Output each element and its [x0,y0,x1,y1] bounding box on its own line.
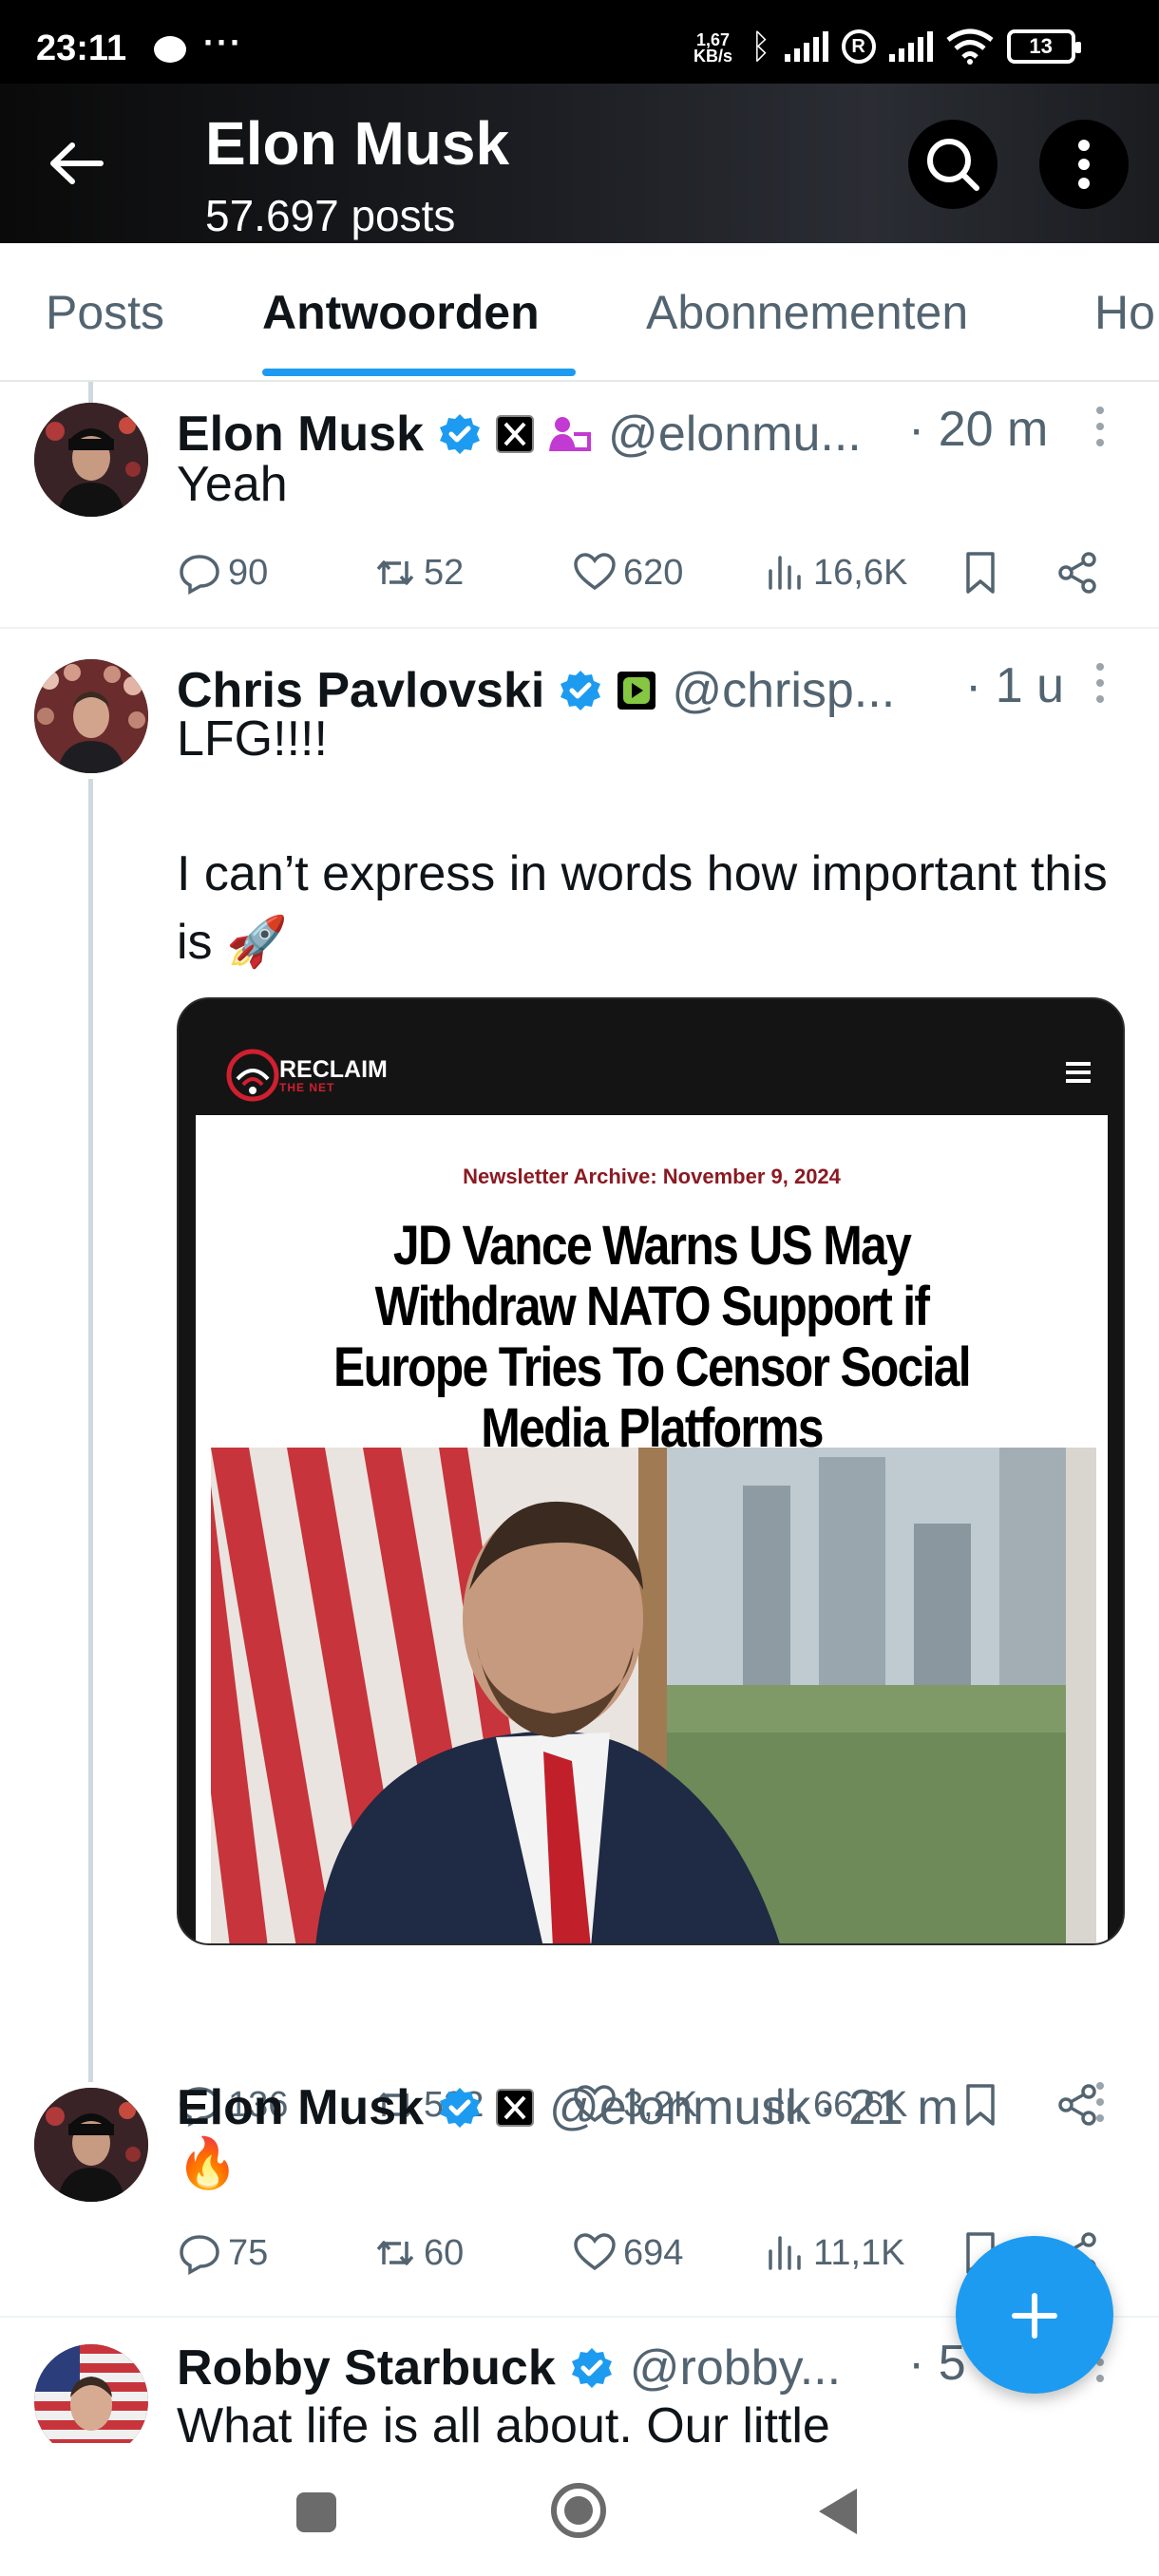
roaming-icon: R [841,29,876,64]
site-subtitle: THE NET [279,1081,335,1094]
author-handle[interactable]: @robby... [630,2339,841,2396]
status-bar: 23:11 ··· 1,67 KB/s ᛒ R 13 [0,0,1159,84]
profile-header: Elon Musk 57.697 posts [0,84,1159,243]
avatar-image [34,2344,148,2443]
post-text: What life is all about. Our little [177,2398,830,2443]
repost-button[interactable]: 60 [372,2225,464,2282]
views-icon [769,556,801,590]
article-headline: JD Vance Warns US May Withdraw NATO Supp… [333,1215,972,1459]
repost-button[interactable]: 52 [372,544,464,601]
reply-count: 90 [228,552,269,593]
post-actions: 90 52 620 16,6K [177,544,1108,601]
post-item[interactable]: Elon Musk @elonmu... · 20 m Yeah 90 52 6 [0,382,1159,627]
repost-count: 60 [424,2232,465,2273]
like-button[interactable]: 694 [572,2225,683,2282]
avatar[interactable] [34,2088,148,2202]
post-timestamp[interactable]: · 21 m [818,2079,958,2136]
tab-subscriptions[interactable]: Abonnementen [646,285,968,340]
wifi-icon [946,28,994,65]
view-count: 11,1K [813,2232,905,2273]
heart-icon [574,553,616,591]
author-handle[interactable]: @elonmusk [549,2079,810,2136]
more-options-button[interactable] [1039,120,1129,209]
avatar[interactable] [34,2344,148,2443]
active-tab-indicator [262,369,576,376]
tab-posts[interactable]: Posts [46,285,164,340]
repost-icon [376,2241,414,2265]
network-speed: 1,67 KB/s [694,31,733,66]
heart-icon [574,2233,616,2271]
post-text-line: LFG!!!! [177,711,328,767]
media-card[interactable]: RECLAIM THE NET Newsletter Archive: Nove… [177,997,1125,1945]
repost-icon [376,560,414,585]
avatar-image [34,659,148,773]
x-affiliate-badge-icon [496,415,535,453]
views-button[interactable]: 16,6K [762,544,907,601]
views-icon [769,2236,801,2270]
post-timestamp[interactable]: · 5 [908,2335,966,2392]
like-count: 620 [623,552,684,593]
profile-tabs: Posts Antwoorden Abonnementen Ho [0,243,1159,382]
back-arrow-icon[interactable] [48,141,104,186]
like-count: 694 [623,2232,684,2273]
share-icon[interactable] [1054,550,1100,596]
compose-post-button[interactable] [956,2236,1113,2394]
more-vertical-icon [1078,140,1090,189]
verified-badge-icon [571,2348,612,2388]
back-triangle-icon[interactable] [819,2489,857,2534]
battery-icon: 13 [1006,29,1081,64]
status-time: 23:11 [36,28,127,68]
home-icon[interactable] [551,2483,606,2538]
avatar[interactable] [34,403,148,517]
reply-button[interactable]: 75 [177,2225,268,2282]
x-affiliate-badge-icon [496,2089,535,2127]
search-icon [927,139,979,191]
post-count: 57.697 posts [205,191,456,240]
view-count: 16,6K [813,552,908,593]
post-more-icon[interactable] [1094,2082,1106,2131]
bookmark-icon[interactable] [958,550,1003,596]
search-button[interactable] [908,120,998,209]
reply-icon [180,2235,219,2275]
author-name[interactable]: Elon Musk [177,2079,424,2136]
post-text: 🔥 [177,2136,238,2191]
views-button[interactable]: 11,1K [762,2225,904,2282]
site-name: RECLAIM [279,1056,388,1083]
avatar-image [34,403,148,517]
reply-count: 75 [228,2232,269,2273]
recent-apps-icon[interactable] [296,2492,336,2532]
more-dots-icon: ··· [203,23,243,62]
post-timestamp[interactable]: · 20 m [908,401,1048,458]
status-icons: ᛒ R 13 [750,27,1081,66]
repost-count: 52 [424,552,465,593]
reply-icon [180,555,219,595]
speed-unit: KB/s [694,47,733,66]
signal-icon [784,31,828,62]
bluetooth-icon: ᛒ [750,27,771,66]
signal-icon [888,31,933,62]
post-more-icon[interactable] [1094,407,1106,455]
post-text: I can’t express in words how important t… [177,846,1108,970]
verified-badge-icon [440,2088,481,2128]
tab-highlights[interactable]: Ho [1094,285,1155,340]
reclaim-the-net-logo-icon [226,1049,279,1102]
tab-replies[interactable]: Antwoorden [262,285,540,340]
chat-bubble-icon [154,36,186,63]
article-photo [211,1448,1096,1943]
avatar-image [34,2088,148,2202]
government-user-badge-icon [549,417,592,451]
reply-button[interactable]: 90 [177,544,268,601]
like-button[interactable]: 620 [572,544,683,601]
author-name[interactable]: Robby Starbuck [177,2339,556,2396]
article-preview: Newsletter Archive: November 9, 2024 JD … [196,1115,1108,1943]
hamburger-menu-icon [1066,1062,1091,1088]
post-text: Yeah [177,457,288,512]
system-nav-bar [0,2443,1159,2576]
article-label: Newsletter Archive: November 9, 2024 [463,1165,841,1188]
post-item[interactable]: Chris Pavlovski @chrisp... · 1 u LFG!!!!… [0,629,1159,2127]
page-title: Elon Musk [205,109,510,178]
avatar[interactable] [34,659,148,773]
